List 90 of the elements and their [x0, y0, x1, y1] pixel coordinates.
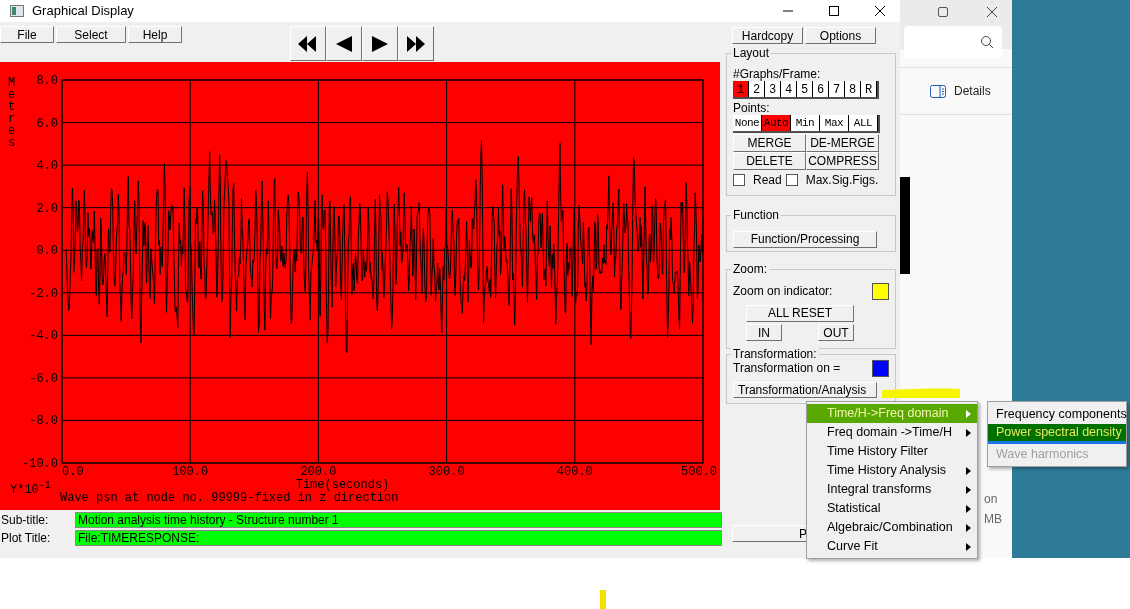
zoom-out-button[interactable]: OUT — [818, 324, 854, 341]
graphs-option[interactable]: 6 — [813, 81, 829, 97]
toolbar-button[interactable]: Hardcopy — [732, 27, 803, 44]
y-tick-label: 2.0 — [36, 201, 58, 216]
menu-item[interactable]: Freq domain ->Time/H — [807, 423, 977, 442]
double-left-arrow-icon — [297, 35, 319, 52]
points-option[interactable]: None — [733, 115, 762, 131]
menu-item[interactable]: Time History Filter — [807, 442, 977, 461]
action-button[interactable]: COMPRESS — [806, 152, 879, 170]
details-button[interactable]: Details — [954, 82, 991, 100]
partial-text: MB — [984, 512, 1003, 526]
indicator-label: Transformation on = — [733, 360, 841, 377]
title-field[interactable]: Motion analysis time history - Structure number 1 — [75, 512, 722, 528]
y-tick-label: -8.0 — [29, 414, 58, 429]
window-icon — [10, 5, 24, 17]
points-option[interactable]: Min — [791, 115, 820, 131]
graphs-label: #Graphs/Frame: — [733, 67, 822, 81]
y-tick-label: -6.0 — [29, 371, 58, 386]
nav-button[interactable] — [362, 26, 398, 61]
search-field[interactable] — [904, 26, 1002, 58]
group-title: Zoom: — [731, 262, 769, 276]
maximize-icon[interactable] — [937, 6, 949, 18]
toolbar-button[interactable]: Options — [805, 27, 876, 44]
y-tick-label: -4.0 — [29, 329, 58, 344]
menu-item[interactable]: Statistical — [807, 499, 977, 518]
y-axis-label: Metres — [8, 76, 16, 150]
x-tick-label: 400.0 — [556, 465, 593, 479]
reset-button[interactable]: ALL RESET — [746, 304, 854, 322]
x-tick-label: 300.0 — [428, 465, 465, 479]
close-icon[interactable] — [986, 6, 998, 18]
nav-button[interactable] — [398, 26, 434, 61]
title-field[interactable]: File:TIMERESPONSE: — [75, 530, 722, 546]
x-axis-label: Time(seconds) — [295, 478, 390, 492]
graphs-option[interactable]: 7 — [829, 81, 845, 97]
points-option[interactable]: Auto — [762, 115, 791, 131]
nav-button[interactable] — [326, 26, 362, 61]
field-label: Sub-title: — [0, 512, 50, 529]
checkbox[interactable] — [785, 174, 798, 186]
nav-button[interactable] — [290, 26, 326, 61]
field-label: Plot Title: — [0, 530, 52, 547]
points-label: Points: — [733, 101, 771, 115]
search-icon — [980, 35, 994, 49]
graphs-option[interactable]: 8 — [845, 81, 861, 97]
window-title: Graphical Display — [32, 2, 134, 21]
x-tick-label: 0.0 — [62, 465, 84, 479]
plot-caption: Wave psn at node no. 99999-fixed in z direction — [60, 491, 399, 505]
scale-label: Y*10$^{-1}$ — [10, 480, 51, 497]
menu-item[interactable]: Integral transforms — [807, 480, 977, 499]
checkbox[interactable] — [733, 174, 745, 186]
menu-button[interactable]: Select — [56, 26, 126, 43]
group-title: Function — [731, 208, 782, 222]
y-tick-label: 0.0 — [36, 244, 58, 259]
double-right-arrow-icon — [405, 35, 427, 52]
zoom-in-button[interactable]: IN — [746, 324, 782, 341]
points-option[interactable]: Max — [820, 115, 849, 131]
transformation-button[interactable]: Transformation/Analysis — [733, 382, 877, 398]
action-button[interactable]: DE-MERGE — [806, 134, 879, 152]
details-pane-icon — [930, 84, 946, 98]
graphs-option[interactable]: 3 — [765, 81, 781, 97]
graphs-option[interactable]: 2 — [749, 81, 765, 97]
close-icon[interactable] — [874, 5, 886, 17]
graphs-option[interactable]: R — [861, 81, 877, 97]
y-tick-label: 6.0 — [36, 116, 58, 131]
action-button[interactable]: MERGE — [733, 134, 806, 152]
menu-item[interactable]: Power spectral density — [988, 424, 1126, 444]
function-button[interactable]: Function/Processing — [733, 230, 877, 248]
checkbox-label: Read — [753, 172, 782, 189]
graphs-option[interactable]: 5 — [797, 81, 813, 97]
menu-item[interactable]: Time History Analysis — [807, 461, 977, 480]
x-tick-label: 200.0 — [300, 465, 337, 479]
menu-button[interactable]: File — [0, 26, 54, 43]
y-tick-label: 8.0 — [36, 74, 58, 88]
y-tick-label: -10.0 — [22, 457, 58, 471]
menu-item[interactable]: Frequency components — [988, 404, 1126, 424]
highlighter-mark — [600, 590, 606, 609]
indicator-label: Zoom on indicator: — [733, 283, 833, 300]
points-option[interactable]: ALL — [849, 115, 878, 131]
y-tick-label: 4.0 — [36, 159, 58, 174]
graphs-option[interactable]: 1 — [733, 81, 749, 97]
action-button[interactable]: DELETE — [733, 152, 806, 170]
x-tick-label: 500.0 — [681, 465, 717, 479]
x-tick-label: 100.0 — [172, 465, 209, 479]
group-title: Transformation: — [731, 347, 819, 361]
graphs-option[interactable]: 4 — [781, 81, 797, 97]
partial-text: on — [984, 492, 999, 506]
maximize-icon[interactable] — [828, 5, 840, 17]
group-title: Layout — [731, 46, 772, 60]
checkbox-label: Max.Sig.Figs. — [805, 172, 879, 189]
y-tick-label: -2.0 — [29, 286, 58, 301]
menu-button[interactable]: Help — [128, 26, 182, 43]
